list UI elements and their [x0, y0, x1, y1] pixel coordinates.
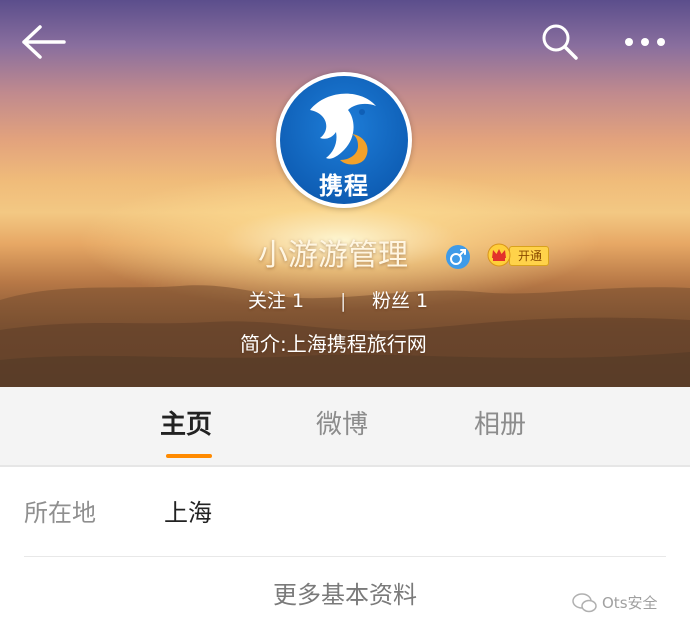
more-dots-icon	[625, 38, 665, 46]
tab-weibo[interactable]: 微博	[316, 407, 368, 443]
watermark-text: Ots安全	[602, 594, 658, 612]
avatar-logo: 携程	[280, 76, 408, 204]
username: 小游游管理	[258, 238, 408, 273]
location-value: 上海	[164, 499, 212, 527]
location-row: 所在地 上海	[0, 467, 690, 557]
stats-row: 关注 1 | 粉丝 1	[0, 286, 690, 316]
more-button[interactable]	[620, 28, 670, 56]
stats-separator: |	[340, 290, 347, 312]
back-button[interactable]	[20, 24, 68, 60]
profile-tabbar: 主页 微博 相册	[0, 387, 690, 467]
name-row: 小游游管理 开通	[0, 236, 690, 276]
active-tab-indicator	[166, 454, 212, 458]
profile-bio: 简介:上海携程旅行网	[240, 332, 427, 356]
tab-home[interactable]: 主页	[160, 407, 212, 443]
avatar[interactable]: 携程	[276, 72, 412, 208]
tab-album[interactable]: 相册	[474, 407, 526, 443]
wechat-icon	[572, 593, 597, 613]
crown-icon	[487, 243, 511, 267]
search-button[interactable]	[540, 22, 580, 62]
search-icon	[542, 24, 578, 60]
arrow-left-icon	[22, 25, 66, 59]
follow-count[interactable]: 关注 1	[248, 286, 304, 316]
vip-open-label: 开通	[509, 246, 550, 266]
profile-header: 携程 小游游管理 开通 关注 1 | 粉丝 1 简介:上海携程旅行网	[0, 0, 690, 387]
vip-open-badge[interactable]: 开通	[487, 243, 551, 267]
divider	[24, 556, 666, 557]
avatar-logo-text: 携程	[319, 172, 369, 200]
male-icon	[446, 245, 470, 269]
location-label: 所在地	[24, 499, 96, 527]
fans-count[interactable]: 粉丝 1	[372, 286, 428, 316]
